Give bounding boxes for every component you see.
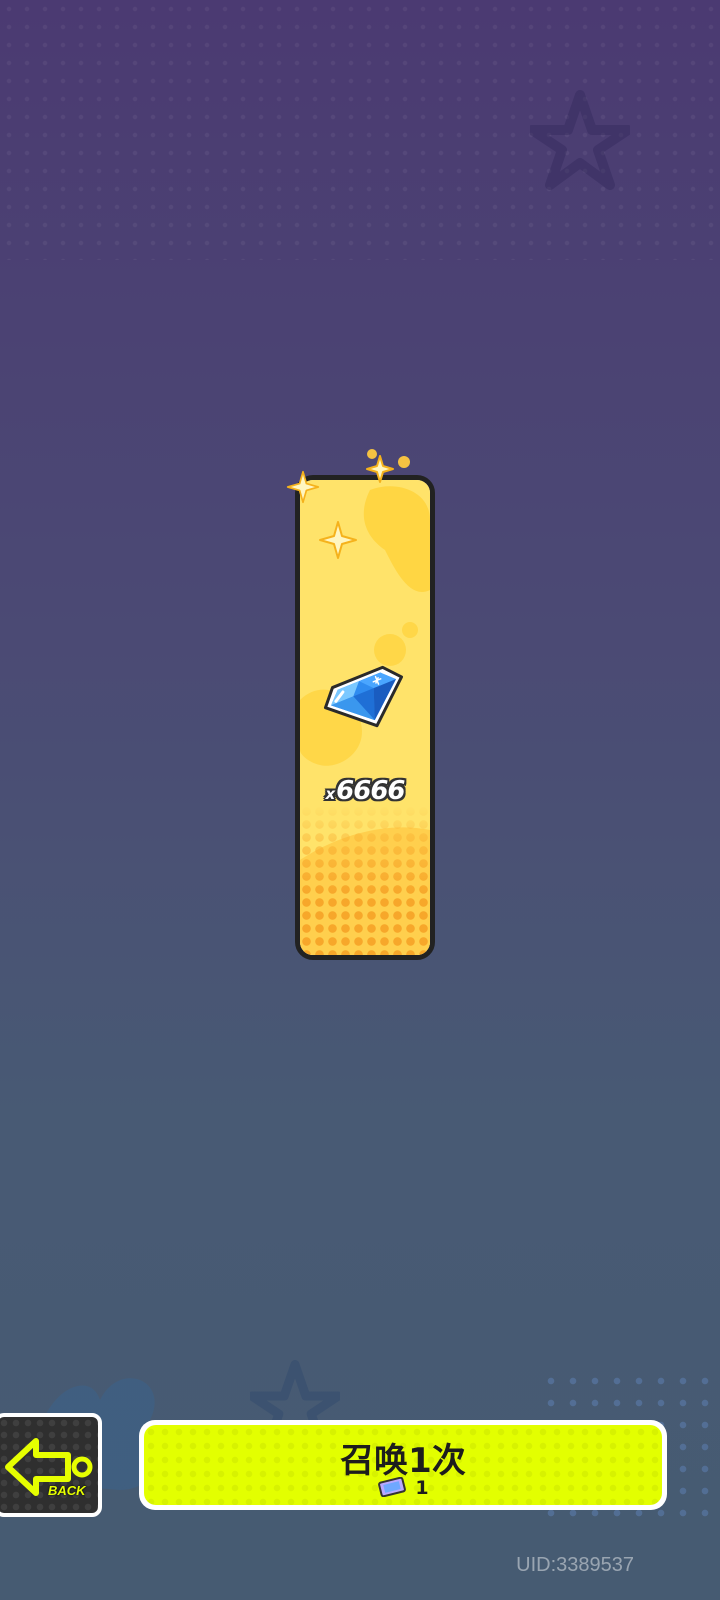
back-button[interactable]: BACK: [0, 1413, 102, 1517]
background-dot-pattern: [0, 0, 720, 260]
summon-button-face: 召唤1次 1: [144, 1425, 662, 1505]
summon-cost-value: 1: [415, 1477, 429, 1499]
ticket-icon: [378, 1477, 407, 1497]
sparkle-icon: [286, 470, 320, 504]
summon-cost: 1: [144, 1477, 662, 1499]
blue-diamond-gem-icon: [323, 665, 404, 728]
user-id-label: UID:3389537: [516, 1554, 634, 1576]
summon-label: 召唤1次: [340, 1441, 466, 1481]
sparkle-icon: [319, 521, 357, 559]
summon-once-button[interactable]: 召唤1次 1: [139, 1420, 667, 1510]
reward-card[interactable]: x6666: [295, 475, 435, 960]
quantity-value: 6666: [336, 776, 405, 806]
sparkle-icon: [366, 449, 410, 483]
quantity-prefix: x: [325, 785, 335, 803]
reward-quantity: x6666: [300, 776, 430, 806]
card-halftone-dots: [300, 805, 430, 955]
star-decoration-icon: [530, 90, 630, 190]
back-label: BACK: [48, 1483, 86, 1498]
